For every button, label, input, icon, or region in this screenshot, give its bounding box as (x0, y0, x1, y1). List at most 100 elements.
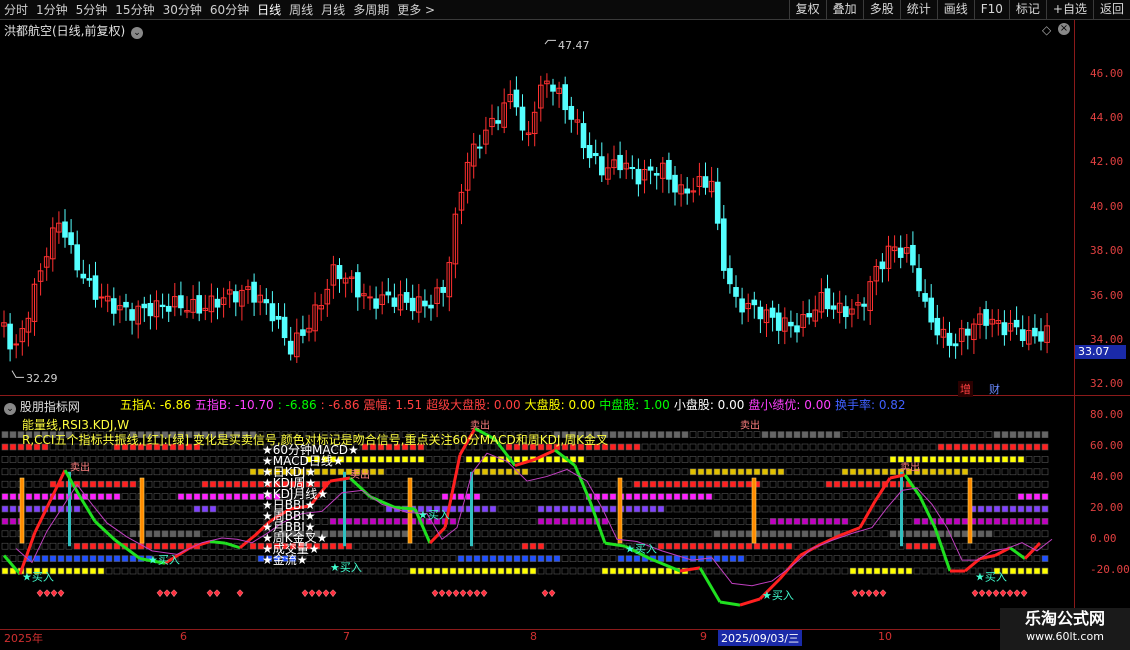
period-tab-3[interactable]: 15分钟 (111, 0, 158, 20)
candle (653, 167, 660, 190)
candle (800, 300, 806, 337)
period-tab-4[interactable]: 30分钟 (159, 0, 206, 20)
candle (824, 274, 831, 317)
period-toolbar: 分时 1分钟 5分钟 15分钟 30分钟 60分钟 日线 周线 月线 多周期 更多 > 复权 叠加 多股… (0, 0, 1130, 20)
candle (782, 307, 788, 345)
candle (989, 309, 996, 338)
indicator-tick-label: 40.00 (1090, 470, 1124, 483)
candle (849, 298, 855, 328)
period-tab-7[interactable]: 周线 (285, 0, 317, 20)
candle (104, 283, 111, 313)
candle (495, 106, 501, 131)
candlestick-chart[interactable] (0, 38, 1074, 395)
candle (971, 318, 977, 354)
candle (605, 153, 611, 185)
candle (111, 287, 117, 326)
candle (300, 315, 306, 344)
toolbar-button-7[interactable]: +自选 (1045, 0, 1093, 20)
indicator-line (209, 540, 226, 545)
period-tab-6[interactable]: 日线 (253, 0, 285, 20)
period-tab-0[interactable]: 分时 (0, 0, 32, 20)
signal-row (1, 468, 1049, 476)
candle (733, 275, 739, 308)
buy-signal-label: ★买入 (148, 553, 180, 566)
toolbar-button-3[interactable]: 统计 (899, 0, 937, 20)
candle (562, 76, 569, 124)
price-tick-label: 38.00 (1090, 244, 1124, 257)
candle (440, 279, 446, 307)
candle (50, 217, 56, 272)
candle (1001, 310, 1008, 346)
candle (287, 326, 294, 361)
indicator-tick-label: 60.00 (1090, 439, 1124, 452)
candle (751, 291, 758, 319)
candle (470, 132, 477, 179)
period-tab-2[interactable]: 5分钟 (72, 0, 112, 20)
diamond-icon (213, 589, 221, 598)
period-tab-1[interactable]: 1分钟 (32, 0, 72, 20)
buy-signal-label: ★买入 (418, 508, 450, 521)
candle (794, 313, 800, 343)
diamond-icon[interactable]: ◇ (1042, 23, 1051, 37)
candle (178, 281, 184, 316)
candle (806, 299, 813, 325)
candle (483, 116, 489, 155)
diamond-icon (473, 589, 481, 598)
candle (172, 283, 178, 317)
date-label: 2025年 (4, 632, 43, 645)
indicator-value-10: 换手率: 0.82 (834, 398, 906, 412)
indicator-value-9: 盘小绩优: 0.00 (748, 398, 831, 412)
diamond-icon (438, 589, 446, 598)
indicator-tick-label: 20.00 (1090, 501, 1124, 514)
diamond-icon (431, 589, 439, 598)
watermark-logo: 乐淘公式网 www.60lt.com (1000, 608, 1130, 650)
diamond-icon (978, 589, 986, 598)
date-label: 2025/09/03/三 (718, 630, 803, 646)
diamond-icon (872, 589, 880, 598)
candle (544, 73, 550, 98)
indicator-title[interactable]: ⌄ 股朋指标网 (4, 398, 80, 415)
candle (477, 134, 483, 159)
candle (714, 167, 721, 231)
candle (31, 278, 38, 336)
candle (233, 284, 239, 317)
candle (513, 76, 520, 116)
signal-bar (967, 477, 973, 544)
candle (348, 270, 355, 293)
indicator-value-7: 中盘股: 1.00 (599, 398, 670, 412)
toolbar-button-0[interactable]: 复权 (788, 0, 826, 20)
candle (159, 293, 166, 319)
candle (1038, 318, 1044, 351)
candle (592, 139, 599, 165)
indicator-value-2: : -6.86 (277, 398, 317, 412)
toolbar-button-2[interactable]: 多股 (862, 0, 900, 20)
period-tab-9[interactable]: 多周期 (349, 0, 393, 20)
candle (660, 156, 666, 193)
date-label: 6 (180, 630, 187, 643)
candle (373, 286, 379, 320)
toolbar-button-4[interactable]: 画线 (936, 0, 974, 20)
diamond-icon (301, 589, 309, 598)
candle (830, 292, 837, 319)
period-tab-5[interactable]: 60分钟 (206, 0, 253, 20)
candle (190, 285, 196, 319)
toolbar-button-5[interactable]: F10 (973, 0, 1009, 20)
candle (464, 152, 471, 204)
candle (43, 247, 50, 281)
period-tab-8[interactable]: 月线 (317, 0, 349, 20)
indicator-value-3: : -6.86 (320, 398, 360, 412)
indicator-tick-label: 0.00 (1090, 532, 1117, 545)
period-tab-10[interactable]: 更多 > (393, 0, 439, 20)
candle (446, 256, 453, 312)
toolbar-button-6[interactable]: 标记 (1008, 0, 1046, 20)
candle (220, 287, 227, 318)
close-panel-icon[interactable]: × (1058, 23, 1070, 35)
stock-title[interactable]: 洪都航空(日线,前复权) ⌄ (4, 22, 144, 39)
candle (397, 280, 404, 316)
event-marker-cai[interactable]: 财 (989, 381, 1000, 397)
toolbar-button-1[interactable]: 叠加 (825, 0, 863, 20)
diamond-icon (43, 589, 51, 598)
event-marker-zeng[interactable]: 增 (958, 381, 973, 397)
toolbar-button-8[interactable]: 返回 (1092, 0, 1130, 20)
diamond-icon (236, 589, 244, 598)
